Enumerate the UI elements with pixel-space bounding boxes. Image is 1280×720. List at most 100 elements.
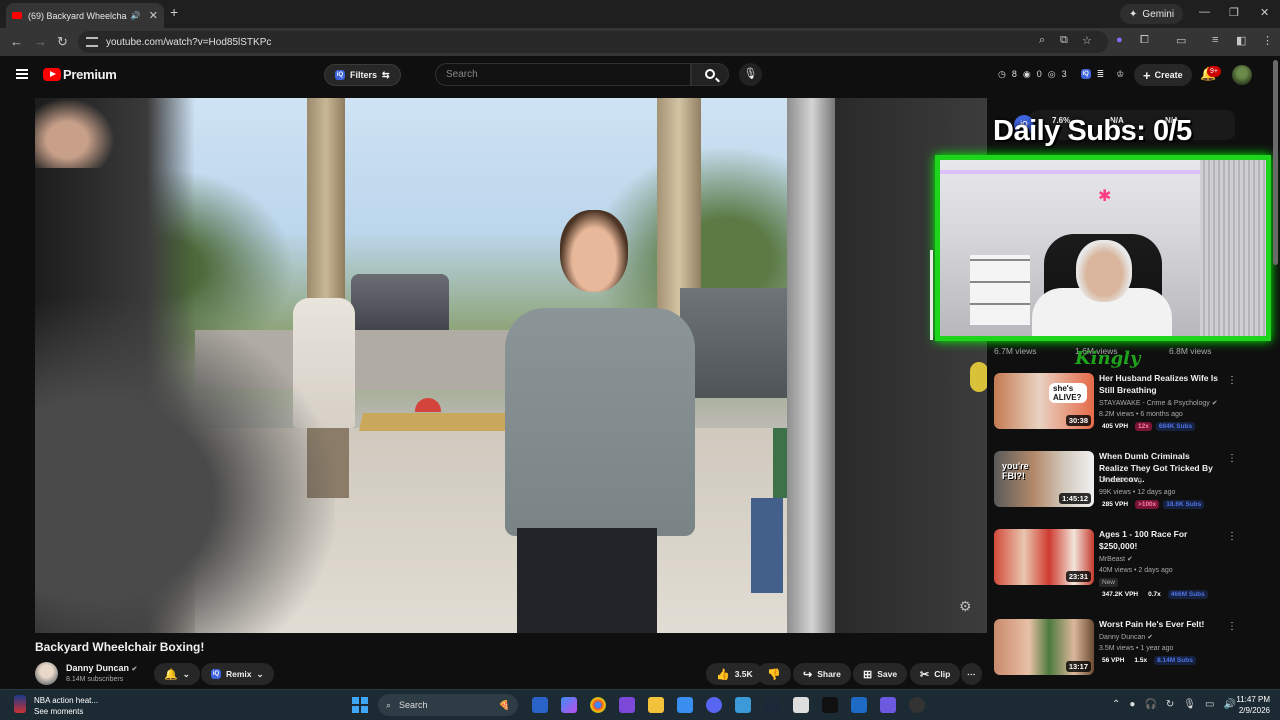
omnibox[interactable]: youtube.com/watch?v=Hod85lSTKPc xyxy=(78,31,1108,53)
reco-more-icon[interactable]: ⋮ xyxy=(1227,621,1237,632)
speaker-icon[interactable]: 🔊 xyxy=(131,11,141,20)
recommendation-item[interactable]: she's ALIVE? 30:38 Her Husband Realizes … xyxy=(994,373,1244,437)
kebab-menu-icon[interactable]: ⋮ xyxy=(1262,34,1273,47)
channel-name-text[interactable]: Danny Duncan xyxy=(66,663,129,673)
zoom-icon[interactable]: ⌕ xyxy=(1039,34,1045,47)
reco-more-icon[interactable]: ⋮ xyxy=(1227,453,1237,464)
window-close-icon[interactable]: ✕ xyxy=(1260,6,1269,19)
channel-name[interactable]: Danny Duncan ✔ xyxy=(66,663,137,673)
taskbar-clock[interactable]: 11:47 PM 2/9/2026 xyxy=(1226,694,1270,716)
copilot-icon[interactable] xyxy=(561,697,577,713)
reco-thumbnail[interactable]: she's ALIVE? 30:38 xyxy=(994,373,1094,429)
search-icon xyxy=(705,69,715,79)
more-actions-button[interactable]: ⋯ xyxy=(961,663,982,685)
reco-title[interactable]: Worst Pain He's Ever Felt! xyxy=(1099,619,1221,631)
remix-iq-icon: iQ xyxy=(211,669,221,679)
voice-search-mic-icon[interactable]: 🎙 xyxy=(739,63,762,86)
extension-orb-icon[interactable]: ● xyxy=(1116,34,1123,46)
extensions-puzzle-icon[interactable]: ⧠ xyxy=(1140,34,1149,47)
reco-channel[interactable]: Detective Leg xyxy=(1099,477,1142,484)
share-button[interactable]: ↪ Share xyxy=(793,663,851,685)
tray-sync-icon[interactable]: ↻ xyxy=(1166,699,1174,710)
minimize-icon[interactable]: — xyxy=(1199,6,1210,18)
search-button[interactable] xyxy=(691,63,729,86)
side-panel-icon[interactable]: ▭ xyxy=(1176,34,1186,47)
reco-channel[interactable]: Danny Duncan ✔ xyxy=(1099,633,1153,641)
filters-button[interactable]: iQ Filters ⇆ xyxy=(324,64,401,86)
recommendation-item[interactable]: 13:17 Worst Pain He's Ever Felt! Danny D… xyxy=(994,619,1244,683)
subscribe-bell-button[interactable]: 🔔 ⌄ xyxy=(154,663,200,685)
reco-channel[interactable]: MrBeast ✔ xyxy=(1099,555,1133,563)
system-tray[interactable]: ⌃ ● 🎧 ↻ 🎙 ▭ 🔊 xyxy=(1112,699,1236,710)
edit-app-icon[interactable] xyxy=(851,697,867,713)
video-main-person-head xyxy=(560,210,628,292)
media-controls-icon[interactable]: ≡ xyxy=(1212,34,1218,46)
user-avatar[interactable] xyxy=(1232,65,1252,85)
reco-channel[interactable]: STAYAWAKE - Crime & Psychology ✔ xyxy=(1099,399,1218,407)
reco-thumbnail[interactable]: you're FBI?! 1:45:12 xyxy=(994,451,1094,507)
history-icon: ◷ xyxy=(998,69,1006,79)
recommendation-item[interactable]: 23:31 Ages 1 - 100 Race For $250,000! Mr… xyxy=(994,529,1244,605)
tray-headset-icon[interactable]: 🎧 xyxy=(1144,699,1156,710)
reload-icon[interactable]: ↻ xyxy=(57,34,68,50)
tray-chevron-icon[interactable]: ⌃ xyxy=(1112,699,1120,710)
trophy-icon[interactable]: ♔ xyxy=(1116,69,1124,80)
site-info-icon[interactable] xyxy=(86,37,98,47)
reco-more-icon[interactable]: ⋮ xyxy=(1227,375,1237,386)
reco-more-icon[interactable]: ⋮ xyxy=(1227,531,1237,542)
reco-channel-text[interactable]: STAYAWAKE - Crime & Psychology xyxy=(1099,400,1210,407)
file-explorer-icon[interactable] xyxy=(648,697,664,713)
photos-icon[interactable] xyxy=(735,697,751,713)
discord-icon[interactable] xyxy=(706,697,722,713)
url-text[interactable]: youtube.com/watch?v=Hod85lSTKPc xyxy=(106,37,271,48)
youtube-logo-icon[interactable] xyxy=(43,68,61,81)
new-tab-button[interactable]: + xyxy=(170,4,178,20)
forward-arrow-icon[interactable]: → xyxy=(34,34,47,49)
profile-icon[interactable]: ◧ xyxy=(1236,34,1246,47)
video-player[interactable]: ⚙ xyxy=(35,98,987,633)
extension-stats[interactable]: ◷ 8 ◉ 0 ◎ 3 iQ ≣ ♔ xyxy=(998,69,1124,80)
like-button[interactable]: 👍 3.5K xyxy=(706,663,763,685)
channel-avatar[interactable] xyxy=(35,662,58,685)
tray-app-icon[interactable]: ● xyxy=(1129,699,1135,710)
news-widget[interactable]: NBA action heat... See moments xyxy=(14,695,98,717)
maximize-icon[interactable]: ❐ xyxy=(1229,6,1239,19)
obs-icon[interactable] xyxy=(909,697,925,713)
reco-title[interactable]: Her Husband Realizes Wife Is Still Breat… xyxy=(1099,373,1221,396)
task-view-icon[interactable] xyxy=(532,697,548,713)
search-input[interactable]: Search xyxy=(435,63,691,86)
windows-start-icon[interactable] xyxy=(352,697,368,713)
clip-button[interactable]: ✂ Clip xyxy=(910,663,961,685)
tray-mic-icon[interactable]: 🎙 xyxy=(1183,699,1196,710)
tray-display-icon[interactable]: ▭ xyxy=(1205,699,1214,710)
purple-app-icon[interactable] xyxy=(619,697,635,713)
browser-tab[interactable]: (69) Backyard Wheelchair B 🔊 ✕ xyxy=(6,3,164,28)
save-button[interactable]: ⊞ Save xyxy=(853,663,908,685)
list-icon[interactable]: ≣ xyxy=(1097,69,1105,80)
reco-channel-text[interactable]: MrBeast xyxy=(1099,556,1125,563)
taskbar-search[interactable]: ⌕ Search 🍕 xyxy=(378,694,518,716)
youtube-premium-logo[interactable]: Premium xyxy=(63,67,117,82)
reco-channel-text[interactable]: Danny Duncan xyxy=(1099,634,1145,641)
page-scrollbar[interactable] xyxy=(1273,60,1278,265)
close-tab-icon[interactable]: ✕ xyxy=(149,9,158,22)
dislike-button[interactable]: 👎 xyxy=(757,663,791,685)
cast-icon[interactable]: ⧉ xyxy=(1060,34,1068,47)
reco-thumbnail[interactable]: 23:31 xyxy=(994,529,1094,585)
reco-thumbnail[interactable]: 13:17 xyxy=(994,619,1094,675)
hamburger-menu-icon[interactable] xyxy=(16,69,28,79)
teams-icon[interactable] xyxy=(880,697,896,713)
bookmark-star-icon[interactable]: ☆ xyxy=(1082,34,1092,47)
notepad-icon[interactable] xyxy=(677,697,693,713)
create-button[interactable]: + Create xyxy=(1134,64,1192,86)
chrome-icon[interactable] xyxy=(590,697,606,713)
iq-icon[interactable]: iQ xyxy=(1080,69,1091,79)
gemini-button[interactable]: ✦ Gemini xyxy=(1120,4,1184,24)
recommendation-item[interactable]: you're FBI?! 1:45:12 When Dumb Criminals… xyxy=(994,451,1244,515)
media-app-icon[interactable] xyxy=(822,697,838,713)
back-arrow-icon[interactable]: ← xyxy=(10,34,23,49)
remix-button[interactable]: iQ Remix ⌄ xyxy=(201,663,274,685)
steam-icon[interactable] xyxy=(764,697,780,713)
reco-title[interactable]: Ages 1 - 100 Race For $250,000! xyxy=(1099,529,1221,552)
store-icon[interactable] xyxy=(793,697,809,713)
